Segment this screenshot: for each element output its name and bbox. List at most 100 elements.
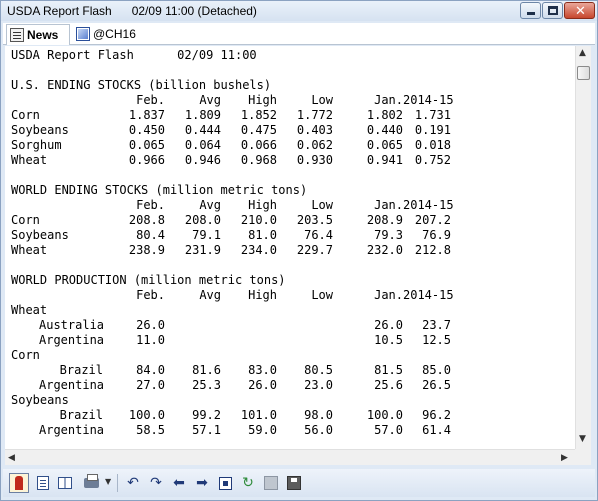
window-title: USDA Report Flash 02/09 11:00 (Detached) <box>7 4 257 18</box>
report-content[interactable]: USDA Report Flash 02/09 11:00 U.S. ENDIN… <box>5 46 589 449</box>
table-cell: 81.6 <box>192 363 221 377</box>
table-cell <box>277 333 333 348</box>
maximize-button[interactable] <box>542 2 563 19</box>
tab-ch16-label: @CH16 <box>93 27 136 41</box>
table-cell <box>221 333 277 348</box>
rss-button[interactable] <box>261 473 281 493</box>
pin-icon <box>15 476 23 490</box>
table-cell: 208.8 <box>128 213 165 227</box>
scroll-thumb[interactable] <box>577 66 590 80</box>
column-header: Low <box>311 93 333 107</box>
back-button[interactable]: ↶ <box>123 473 143 493</box>
table-row: Soybeans 80.4 79.1 81.0 76.4 79.3 76.9 <box>11 228 571 243</box>
table-cell: 57.1 <box>192 423 221 437</box>
previous-button[interactable]: ⬅ <box>169 473 189 493</box>
table-cell: 79.1 <box>192 228 221 242</box>
report-header: USDA Report Flash 02/09 11:00 <box>11 48 257 62</box>
split-view-icon <box>58 477 72 489</box>
print-dropdown-icon[interactable]: ▼ <box>105 477 111 486</box>
forward-icon: ↷ <box>150 475 162 491</box>
table-cell: 232.0 <box>366 243 403 257</box>
row-label: Wheat <box>11 153 48 167</box>
close-button[interactable]: ✕ <box>564 2 595 19</box>
row-label: Soybeans <box>11 393 69 407</box>
fit-icon <box>218 476 232 490</box>
scroll-right-icon[interactable]: ▶ <box>561 453 568 463</box>
column-header: Feb. <box>136 93 165 107</box>
column-header: Avg <box>199 198 221 212</box>
table-cell: 208.9 <box>366 213 403 227</box>
table-cell: 25.3 <box>192 378 221 392</box>
table-row: Argentina 11.0 10.5 12.5 <box>11 333 571 348</box>
table-cell: 26.0 <box>136 318 165 332</box>
minimize-icon <box>527 12 535 15</box>
table-cell: 1.852 <box>240 108 277 122</box>
scroll-down-icon[interactable]: ▼ <box>579 434 586 444</box>
row-label: Wheat <box>11 243 48 257</box>
row-label: Soybeans <box>11 123 69 137</box>
section-title: WORLD ENDING STOCKS (million metric tons… <box>11 183 308 197</box>
row-label: Argentina <box>39 423 105 437</box>
scroll-left-icon[interactable]: ◀ <box>8 453 15 463</box>
row-label: Argentina <box>39 333 105 347</box>
fit-button[interactable] <box>215 473 235 493</box>
table-cell: 1.837 <box>128 108 165 122</box>
table-cell: 12.5 <box>422 333 451 347</box>
column-header: Low <box>311 288 333 302</box>
table-cell: 0.064 <box>184 138 221 152</box>
tab-news[interactable]: News <box>6 24 70 45</box>
table-cell: 26.0 <box>374 318 403 332</box>
table-cell: 0.403 <box>296 123 333 137</box>
vertical-scrollbar[interactable]: ▲ ▼ <box>575 46 591 449</box>
table-row: Wheat 238.9 231.9 234.0 229.7 232.0 212.8 <box>11 243 571 258</box>
table-cell: 101.0 <box>240 408 277 422</box>
table-cell: 0.062 <box>296 138 333 152</box>
column-header-row: Feb. Avg High Low Jan. 2014-15 <box>11 198 571 213</box>
split-view-button[interactable] <box>55 473 75 493</box>
table-cell: 80.5 <box>304 363 333 377</box>
table-cell: 23.0 <box>304 378 333 392</box>
report-window: USDA Report Flash 02/09 11:00 (Detached)… <box>0 0 598 501</box>
column-header: High <box>248 93 277 107</box>
column-header: Jan. <box>374 198 403 212</box>
close-icon: ✕ <box>575 4 586 19</box>
scroll-up-icon[interactable]: ▲ <box>579 48 586 58</box>
table-cell: 229.7 <box>296 243 333 257</box>
table-cell: 210.0 <box>240 213 277 227</box>
column-header: Feb. <box>136 198 165 212</box>
table-cell: 0.065 <box>128 138 165 152</box>
table-cell: 56.0 <box>304 423 333 437</box>
column-header: 2014-15 <box>403 288 454 302</box>
table-cell: 58.5 <box>136 423 165 437</box>
pin-button[interactable] <box>9 473 29 493</box>
bottom-toolbar: ▼ ↶ ↷ ⬅ ➡ ↻ <box>3 469 595 497</box>
table-cell: 208.0 <box>184 213 221 227</box>
title-bar[interactable]: USDA Report Flash 02/09 11:00 (Detached)… <box>1 1 597 21</box>
left-arrow-icon: ⬅ <box>173 475 185 491</box>
forward-button[interactable]: ↷ <box>146 473 166 493</box>
minimize-button[interactable] <box>520 2 541 19</box>
chart-icon <box>76 27 90 41</box>
table-cell: 27.0 <box>136 378 165 392</box>
table-row: Corn 1.837 1.809 1.852 1.772 1.802 1.731 <box>11 108 571 123</box>
refresh-button[interactable]: ↻ <box>238 473 258 493</box>
next-button[interactable]: ➡ <box>192 473 212 493</box>
table-cell: 1.802 <box>366 108 403 122</box>
table-cell: 10.5 <box>374 333 403 347</box>
table-row: Sorghum 0.065 0.064 0.066 0.062 0.065 0.018 <box>11 138 571 153</box>
table-cell: 83.0 <box>248 363 277 377</box>
table-cell: 100.0 <box>128 408 165 422</box>
save-button[interactable] <box>284 473 304 493</box>
tab-ch16[interactable]: @CH16 <box>73 24 145 45</box>
table-cell <box>221 318 277 333</box>
table-cell: 0.752 <box>414 153 451 167</box>
row-label: Corn <box>11 213 40 227</box>
horizontal-scrollbar[interactable]: ◀ ▶ <box>5 449 575 465</box>
table-row: Wheat <box>11 303 571 318</box>
refresh-icon: ↻ <box>242 475 254 491</box>
column-header: 2014-15 <box>403 93 454 107</box>
table-cell: 0.018 <box>414 138 451 152</box>
print-button[interactable] <box>81 473 101 493</box>
single-page-button[interactable] <box>33 473 53 493</box>
table-cell: 0.191 <box>414 123 451 137</box>
